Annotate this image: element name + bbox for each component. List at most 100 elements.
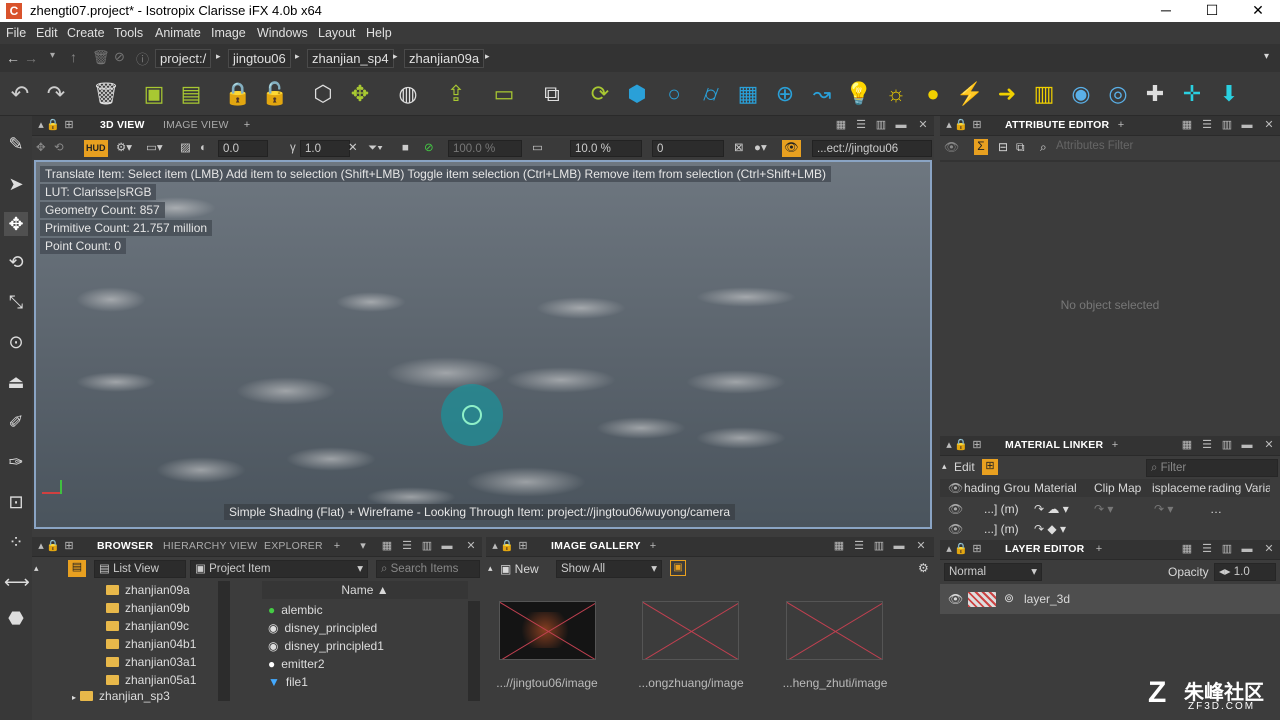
layout-rows-icon[interactable]: ☰ — [854, 118, 868, 132]
layout-cols-icon[interactable]: ▥ — [1220, 542, 1234, 556]
menu-image[interactable]: Image — [211, 26, 246, 40]
panel-menu-icon[interactable]: ⊞ — [62, 539, 76, 553]
sun-icon[interactable]: ● — [919, 80, 947, 108]
box-icon[interactable]: ⬢ — [623, 80, 651, 108]
pan-icon[interactable]: ✥ — [36, 140, 46, 157]
folder-item[interactable]: zhanjian03a1 — [106, 653, 196, 671]
folder-item[interactable]: zhanjian09b — [106, 599, 190, 617]
env-light-icon[interactable]: ◉ — [1067, 80, 1095, 108]
pen-icon[interactable]: ✎ — [4, 132, 28, 156]
splitter[interactable] — [940, 160, 1280, 162]
settings-gear-icon[interactable]: ⚙ — [918, 561, 929, 575]
gallery-view-icon[interactable]: ▣ — [670, 560, 686, 576]
grid-icon[interactable]: ▦ — [734, 80, 762, 108]
material-linker-title[interactable]: MATERIAL LINKER — [1005, 439, 1103, 451]
undo-icon[interactable]: ↶ — [6, 80, 34, 108]
tab-browser[interactable]: BROWSER — [97, 540, 153, 552]
lock-icon[interactable]: 🔒 — [500, 539, 514, 553]
panel-menu-icon[interactable]: ⊞ — [970, 438, 984, 452]
shading-ball-icon[interactable]: ●▾ — [754, 140, 767, 157]
no-entry-icon[interactable]: ⊘ — [424, 140, 434, 157]
menu-windows[interactable]: Windows — [257, 26, 308, 40]
list-item[interactable]: ▼ file1 — [268, 673, 308, 691]
linker-icon[interactable]: ⊞ — [982, 459, 998, 475]
unlock-icon[interactable]: 🔓 — [261, 80, 289, 108]
no-tool-icon[interactable]: ✕ — [348, 140, 358, 157]
folder-view-icon[interactable]: ▤ — [68, 560, 86, 577]
blend-mode-select[interactable]: Normal ▾ — [944, 563, 1042, 581]
scatter-tool-icon[interactable]: ⁘ — [4, 530, 28, 554]
menu-help[interactable]: Help — [366, 26, 392, 40]
delete-icon[interactable]: 🗑 — [92, 80, 120, 108]
add-tab-icon[interactable]: + — [1092, 542, 1106, 556]
add-tab-icon[interactable]: + — [646, 539, 660, 553]
world-icon[interactable]: ⊕ — [771, 80, 799, 108]
layer-row[interactable]: 👁 ⊚ layer_3d — [940, 584, 1280, 614]
list-item[interactable]: ◉ disney_principled — [268, 619, 377, 637]
edit-menu[interactable]: Edit — [954, 460, 975, 474]
image-thumbnail[interactable] — [499, 601, 596, 660]
orbit-icon[interactable]: ⟲ — [54, 140, 64, 157]
lock-icon[interactable]: 🔒 — [954, 438, 968, 452]
light-bulb-icon[interactable]: 💡 — [845, 80, 873, 108]
breadcrumb-zhanjian-sp4[interactable]: zhanjian_sp4 — [307, 49, 394, 68]
maximize-panel-icon[interactable]: ▬ — [1240, 438, 1254, 452]
menu-animate[interactable]: Animate — [155, 26, 201, 40]
layout-rows-icon[interactable]: ☰ — [1200, 438, 1214, 452]
reference-icon[interactable]: ⧉ — [538, 80, 566, 108]
address-dropdown-icon[interactable]: ▾ — [1264, 51, 1269, 62]
eye-icon[interactable]: 👁 — [948, 592, 963, 606]
lock-icon[interactable]: 🔒 — [46, 118, 60, 132]
transform-icon[interactable]: ✥ — [346, 80, 374, 108]
display-mode-icon[interactable]: ⚙▾ — [116, 140, 132, 157]
material-cell-icon[interactable]: ↷ ☁ ▾ — [1034, 500, 1069, 518]
layout-grid-icon[interactable]: ▦ — [1180, 438, 1194, 452]
material-filter-input[interactable]: ⌕ Filter — [1146, 459, 1278, 477]
scatter-icon[interactable]: ✚ — [1141, 80, 1169, 108]
material-cell-icon[interactable]: ↷ ◆ ▾ — [1034, 520, 1066, 536]
add-tab-icon[interactable]: + — [240, 118, 254, 132]
list-item[interactable]: ● emitter2 — [268, 655, 325, 673]
maximize-panel-icon[interactable]: ▬ — [1240, 118, 1254, 132]
frame-field[interactable]: 0 — [652, 140, 724, 157]
rotate-tool-icon[interactable]: ⟲ — [4, 250, 28, 274]
list-item[interactable]: ● alembic — [268, 601, 323, 619]
maximize-panel-icon[interactable]: ▬ — [894, 118, 908, 132]
stamp-icon[interactable]: ⏏ — [4, 370, 28, 394]
maximize-button[interactable]: ☐ — [1189, 0, 1235, 22]
lock-icon[interactable]: 🔒 — [954, 542, 968, 556]
brush-icon[interactable]: ✑ — [4, 450, 28, 474]
image-thumbnail[interactable] — [786, 601, 883, 660]
panel-menu-icon[interactable]: ⊞ — [516, 539, 530, 553]
breadcrumb-root[interactable]: project:/ — [155, 49, 212, 68]
panel-menu-icon[interactable]: ⊞ — [62, 118, 76, 132]
aspect-icon[interactable]: ▭ — [532, 140, 543, 157]
image-thumbnail[interactable] — [642, 601, 739, 660]
expand-icon[interactable]: ▴ — [942, 461, 947, 472]
area-light-icon[interactable]: ▥ — [1030, 80, 1058, 108]
tab-dropdown-icon[interactable]: ▾ — [356, 539, 370, 553]
add-tab-icon[interactable]: + — [1108, 438, 1122, 452]
new-image-button[interactable]: ▣ New — [500, 560, 548, 578]
material-ball-icon[interactable]: ⬣ — [4, 606, 28, 630]
column-displacement[interactable]: isplaceme — [1152, 479, 1206, 497]
trash-icon[interactable]: 🗑 — [92, 49, 110, 66]
layout-grid-icon[interactable]: ▦ — [1180, 542, 1194, 556]
linker-row[interactable]: 👁 ...] (m) ↷ ◆ ▾ — [940, 520, 1270, 536]
info-icon[interactable]: ⓘ — [136, 49, 149, 68]
lock-icon[interactable]: 🔒 — [224, 80, 252, 108]
exposure-field[interactable]: 0.0 — [218, 140, 268, 157]
redo-icon[interactable]: ↷ — [42, 80, 70, 108]
cylinder-icon[interactable]: ⌭ — [697, 80, 725, 108]
layout-grid-icon[interactable]: ▦ — [1180, 118, 1194, 132]
column-shading-group[interactable]: hading Grou — [964, 479, 1030, 497]
eye-icon[interactable]: 👁 — [948, 479, 963, 497]
exposure-icon[interactable]: ◐ — [200, 140, 207, 157]
list-view-select[interactable]: ▤ List View — [94, 560, 186, 578]
camera-path-field[interactable]: ...ect://jingtou06 — [812, 140, 932, 157]
comment-icon[interactable]: ▭ — [490, 80, 518, 108]
panel-menu-icon[interactable]: ⊞ — [970, 118, 984, 132]
copy-icon[interactable]: ⧉ — [1016, 140, 1025, 155]
scale-tool-icon[interactable]: ⤡ — [4, 290, 28, 314]
sky-icon[interactable]: ◎ — [1104, 80, 1132, 108]
